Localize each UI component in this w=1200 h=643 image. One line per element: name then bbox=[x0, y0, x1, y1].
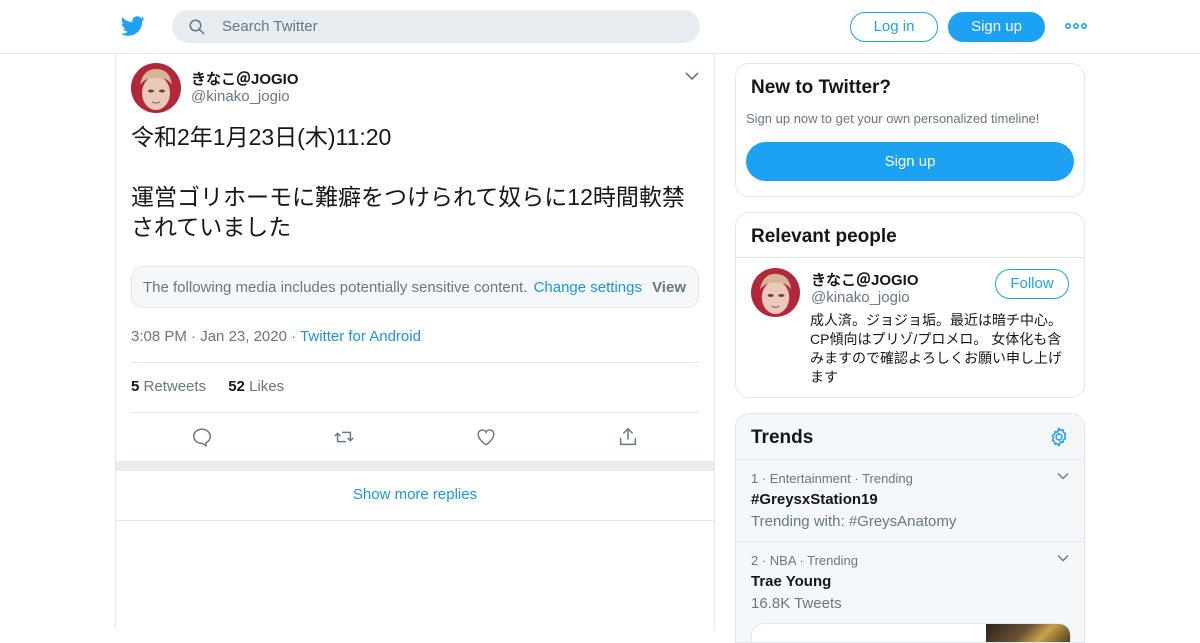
relevant-people-card: Relevant people きなこ＠JOGIO @kinako_jogio … bbox=[735, 212, 1085, 398]
view-button[interactable]: View bbox=[652, 279, 686, 296]
divider bbox=[131, 362, 699, 363]
trend-media-card[interactable] bbox=[751, 623, 1071, 642]
likes-stat[interactable]: 52 Likes bbox=[228, 378, 284, 395]
chevron-down-icon[interactable] bbox=[1056, 471, 1070, 481]
sensitive-message: The following media includes potentially… bbox=[143, 279, 642, 296]
new-to-twitter-card: New to Twitter? Sign up now to get your … bbox=[735, 63, 1085, 197]
retweets-label: Retweets bbox=[143, 378, 207, 395]
trend-name: #GreysxStation19 bbox=[751, 491, 878, 508]
top-bar: Log in Sign up bbox=[0, 0, 1200, 54]
display-name[interactable]: きなこ＠JOGIO bbox=[191, 68, 299, 89]
retweets-stat[interactable]: 5 Retweets bbox=[131, 378, 206, 395]
twitter-bird-icon[interactable] bbox=[120, 14, 146, 38]
trend-name: Trae Young bbox=[751, 573, 832, 590]
more-icon[interactable] bbox=[1064, 20, 1088, 32]
trend-item[interactable]: 1 · Entertainment · Trending #GreysxStat… bbox=[751, 471, 1071, 530]
likes-label: Likes bbox=[249, 378, 285, 395]
change-settings-link[interactable]: Change settings bbox=[534, 279, 642, 296]
reply-icon[interactable] bbox=[191, 426, 213, 448]
trend-item[interactable]: 2 · NBA · Trending Trae Young 16.8K Twee… bbox=[751, 553, 1071, 612]
gear-icon[interactable] bbox=[1048, 426, 1070, 448]
card-subtitle: Sign up now to get your own personalized… bbox=[746, 111, 1040, 126]
trend-status: Trending bbox=[862, 471, 913, 486]
sensitive-media-notice: The following media includes potentially… bbox=[131, 266, 699, 308]
like-icon[interactable] bbox=[475, 426, 497, 448]
card-title: Relevant people bbox=[751, 226, 897, 247]
chevron-down-icon[interactable] bbox=[1056, 553, 1070, 563]
thread-separator bbox=[116, 461, 714, 471]
avatar[interactable] bbox=[131, 63, 181, 113]
tweet-date[interactable]: Jan 23, 2020 bbox=[200, 328, 287, 345]
trend-extra: 16.8K Tweets bbox=[751, 595, 842, 612]
tweet-time[interactable]: 3:08 PM bbox=[131, 328, 187, 345]
likes-count: 52 bbox=[228, 378, 245, 395]
divider bbox=[736, 459, 1084, 460]
person-name[interactable]: きなこ＠JOGIO bbox=[811, 269, 919, 290]
person-bio: 成人済。ジョジョ垢。最近は暗チ中心。CP傾向はプリゾ/プロメロ。 女体化も含みま… bbox=[810, 312, 1062, 385]
tweet-column: きなこ＠JOGIO @kinako_jogio 令和2年1月23日(木)11:2… bbox=[115, 54, 715, 630]
tweet-meta: 3:08 PM · Jan 23, 2020 · Twitter for And… bbox=[131, 328, 421, 345]
card-title: New to Twitter? bbox=[751, 77, 892, 98]
divider bbox=[116, 520, 714, 521]
divider bbox=[736, 541, 1084, 542]
chevron-down-icon[interactable] bbox=[684, 70, 700, 82]
sensitive-text: The following media includes potentially… bbox=[143, 279, 528, 296]
retweets-count: 5 bbox=[131, 378, 140, 395]
trend-thumbnail bbox=[986, 624, 1070, 642]
trend-context: 1 · Entertainment · Trending bbox=[751, 471, 913, 486]
follow-button[interactable]: Follow bbox=[995, 269, 1069, 299]
trend-extra: Trending with: #GreysAnatomy bbox=[751, 513, 957, 530]
search-input[interactable] bbox=[222, 10, 682, 43]
card-title: Trends bbox=[751, 427, 814, 448]
share-icon[interactable] bbox=[617, 426, 639, 448]
login-button[interactable]: Log in bbox=[850, 12, 938, 42]
trend-category: Entertainment bbox=[769, 471, 851, 486]
tweet-source-link[interactable]: Twitter for Android bbox=[300, 328, 421, 345]
trend-rank: 2 bbox=[751, 553, 759, 568]
trend-context: 2 · NBA · Trending bbox=[751, 553, 858, 568]
separator: · bbox=[291, 328, 301, 345]
retweet-icon[interactable] bbox=[333, 426, 355, 448]
divider bbox=[736, 257, 1084, 258]
tweet-stats: 5 Retweets 52 Likes bbox=[131, 378, 284, 395]
trends-card: Trends 1 · Entertainment · Trending #Gre… bbox=[735, 413, 1085, 643]
avatar[interactable] bbox=[751, 268, 800, 317]
person-handle[interactable]: @kinako_jogio bbox=[811, 289, 910, 306]
search-box[interactable] bbox=[172, 10, 700, 43]
user-handle[interactable]: @kinako_jogio bbox=[191, 88, 290, 105]
show-more-replies-link[interactable]: Show more replies bbox=[116, 486, 714, 503]
trend-rank: 1 bbox=[751, 471, 759, 486]
tweet-text: 令和2年1月23日(木)11:20 運営ゴリホーモに難癖をつけられて奴らに12時… bbox=[131, 124, 685, 240]
separator: · bbox=[191, 328, 201, 345]
search-icon bbox=[189, 19, 205, 35]
trend-status: Trending bbox=[807, 553, 858, 568]
divider bbox=[131, 412, 699, 413]
signup-big-button[interactable]: Sign up bbox=[746, 142, 1074, 181]
trend-category: NBA bbox=[769, 553, 796, 568]
signup-button[interactable]: Sign up bbox=[948, 12, 1045, 42]
